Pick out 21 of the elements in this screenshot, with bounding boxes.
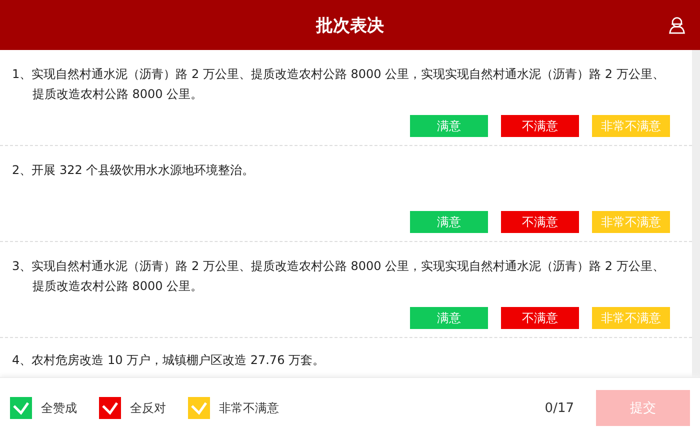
checkbox-label: 全赞成: [41, 400, 77, 416]
rating-button[interactable]: 不满意: [501, 211, 579, 233]
item-text: 4、农村危房改造 10 万户，城镇棚户区改造 27.76 万套。: [12, 352, 326, 369]
rating-button[interactable]: 满意: [410, 115, 488, 137]
rating-button[interactable]: 非常不满意: [592, 211, 670, 233]
rating-button[interactable]: 满意: [410, 211, 488, 233]
rating-button[interactable]: 不满意: [501, 115, 579, 137]
rating-button[interactable]: 不满意: [501, 307, 579, 329]
person-icon[interactable]: [668, 16, 686, 34]
item-text: 2、开展 322 个县级饮用水水源地环境整治。: [12, 162, 256, 179]
checkbox-label: 非常不满意: [219, 400, 279, 416]
window-title: 批次表决: [316, 14, 384, 36]
checkbox[interactable]: [99, 397, 121, 419]
checkbox-label: 全反对: [130, 400, 166, 416]
item-text: 3、实现自然村通水泥（沥青）路 2 万公里、提质改造农村公路 8000 公里，实现实现自然村通水泥（沥青）路 2 万公里、提质改造农村公路 8000 公里。: [12, 258, 666, 295]
rating-button[interactable]: 非常不满意: [592, 307, 670, 329]
rating-button[interactable]: 满意: [410, 307, 488, 329]
item-text: 1、实现自然村通水泥（沥青）路 2 万公里、提质改造农村公路 8000 公里，实现实现自然村通水泥（沥青）路 2 万公里、提质改造农村公路 8000 公里。: [12, 66, 666, 103]
checkbox[interactable]: [10, 397, 32, 419]
rating-button[interactable]: 非常不满意: [592, 115, 670, 137]
progress-count: 0/17: [544, 400, 574, 416]
